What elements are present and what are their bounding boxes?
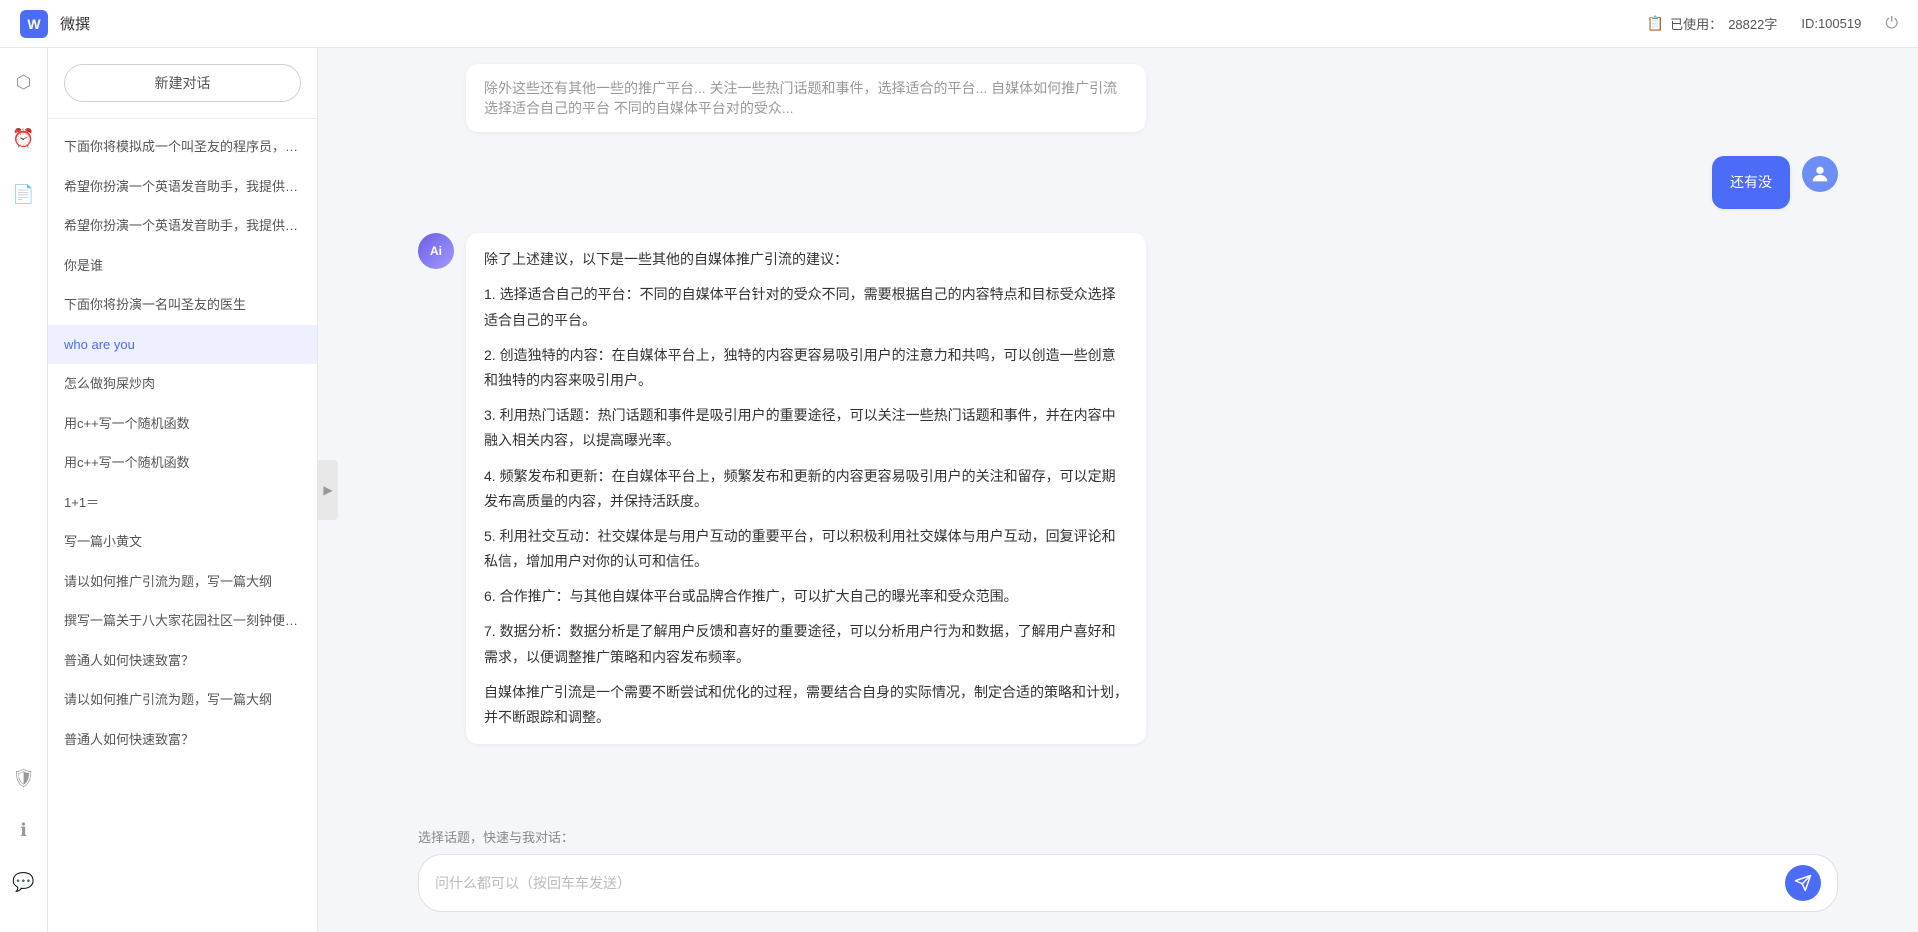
usage-icon: 📋: [1647, 15, 1664, 32]
user-avatar: [1802, 156, 1838, 192]
sidebar-toggle[interactable]: ▶: [318, 460, 338, 520]
truncated-message: 除外这些还有其他一些的推广平台... 关注一些热门话题和事件，选择适合的平台..…: [466, 64, 1146, 132]
conversation-list: 下面你将模拟成一个叫圣友的程序员，我说...希望你扮演一个英语发音助手，我提供给…: [48, 119, 317, 932]
ai-message-paragraph: 5. 利用社交互动：社交媒体是与用户互动的重要平台，可以积极利用社交媒体与用户互…: [484, 524, 1128, 574]
app-title: 微撰: [60, 13, 90, 34]
new-conversation-button[interactable]: 新建对话: [64, 64, 301, 102]
user-id: ID:100519: [1801, 16, 1861, 31]
sidebar-icon-home[interactable]: ⬡: [6, 64, 42, 100]
conversation-item-2[interactable]: 希望你扮演一个英语发音助手，我提供给你...: [48, 167, 317, 207]
conversation-item-11[interactable]: 写一篇小黄文: [48, 522, 317, 562]
conversation-item-16[interactable]: 普通人如何快速致富？: [48, 720, 317, 760]
conversation-item-4[interactable]: 你是谁: [48, 246, 317, 286]
input-wrapper: [418, 854, 1838, 912]
chat-area: 除外这些还有其他一些的推广平台... 关注一些热门话题和事件，选择适合的平台..…: [338, 48, 1918, 932]
conversation-item-10[interactable]: 1+1＝: [48, 483, 317, 523]
conversation-item-7[interactable]: 怎么做狗屎炒肉: [48, 364, 317, 404]
ai-message-paragraph: 7. 数据分析：数据分析是了解用户反馈和喜好的重要途径，可以分析用户行为和数据，…: [484, 619, 1128, 669]
ai-message-paragraph: 2. 创造独特的内容：在自媒体平台上，独特的内容更容易吸引用户的注意力和共鸣，可…: [484, 343, 1128, 393]
ai-message-paragraph: 自媒体推广引流是一个需要不断尝试和优化的过程，需要结合自身的实际情况，制定合适的…: [484, 680, 1128, 730]
conversation-item-12[interactable]: 请以如何推广引流为题，写一篇大纲: [48, 562, 317, 602]
usage-count: 28822字: [1728, 14, 1777, 33]
sidebar-icon-shield[interactable]: 🛡: [6, 760, 42, 796]
conversation-item-1[interactable]: 下面你将模拟成一个叫圣友的程序员，我说...: [48, 127, 317, 167]
chat-input[interactable]: [435, 875, 1775, 891]
sidebar-icon-document[interactable]: 📄: [6, 176, 42, 212]
icon-sidebar: ⬡ ⏰ 📄 🛡 ℹ 💬: [0, 48, 48, 932]
conversation-item-8[interactable]: 用c++写一个随机函数: [48, 404, 317, 444]
message-row-ai: Ai 除了上述建议，以下是一些其他的自媒体推广引流的建议： 1. 选择适合自己的平…: [418, 233, 1838, 744]
usage-info: 📋 已使用： 28822字: [1647, 14, 1778, 33]
conversation-item-15[interactable]: 请以如何推广引流为题，写一篇大纲: [48, 680, 317, 720]
message-row-user: 还有没: [418, 156, 1838, 209]
ai-message-paragraph: 3. 利用热门话题：热门话题和事件是吸引用户的重要途径，可以关注一些热门话题和事…: [484, 403, 1128, 453]
power-button[interactable]: ⏻: [1885, 15, 1898, 33]
conversation-item-3[interactable]: 希望你扮演一个英语发音助手，我提供给你...: [48, 206, 317, 246]
ai-message-paragraph: 4. 频繁发布和更新：在自媒体平台上，频繁发布和更新的内容更容易吸引用户的关注和…: [484, 464, 1128, 514]
header: W 微撰 📋 已使用： 28822字 ID:100519 ⏻: [0, 0, 1918, 48]
chat-input-area: 选择话题，快速与我对话：: [338, 815, 1918, 932]
user-message-bubble: 还有没: [1712, 156, 1790, 209]
ai-message-paragraph: 6. 合作推广：与其他自媒体平台或品牌合作推广，可以扩大自己的曝光率和受众范围。: [484, 584, 1128, 609]
send-button[interactable]: [1785, 865, 1821, 901]
conversation-item-9[interactable]: 用c++写一个随机函数: [48, 443, 317, 483]
sidebar-icon-info[interactable]: ℹ: [6, 812, 42, 848]
icon-sidebar-bottom: 🛡 ℹ 💬: [6, 760, 42, 916]
conv-sidebar-header: 新建对话: [48, 48, 317, 119]
ai-avatar: Ai: [418, 233, 454, 269]
conv-sidebar: 新建对话 下面你将模拟成一个叫圣友的程序员，我说...希望你扮演一个英语发音助手…: [48, 48, 318, 932]
conversation-item-5[interactable]: 下面你将扮演一名叫圣友的医生: [48, 285, 317, 325]
conversation-item-13[interactable]: 撰写一篇关于八大家花园社区一刻钟便民生...: [48, 601, 317, 641]
logo-icon: W: [20, 10, 48, 38]
quick-topics-label: 选择话题，快速与我对话：: [418, 827, 1838, 846]
conversation-item-14[interactable]: 普通人如何快速致富？: [48, 641, 317, 681]
conversation-item-6[interactable]: who are you: [48, 325, 317, 365]
ai-message-paragraph: 除了上述建议，以下是一些其他的自媒体推广引流的建议：: [484, 247, 1128, 272]
header-right: 📋 已使用： 28822字 ID:100519 ⏻: [1647, 14, 1898, 33]
ai-message-bubble: 除了上述建议，以下是一些其他的自媒体推广引流的建议： 1. 选择适合自己的平台：不…: [466, 233, 1146, 744]
sidebar-icon-clock[interactable]: ⏰: [6, 120, 42, 156]
chat-messages: 除外这些还有其他一些的推广平台... 关注一些热门话题和事件，选择适合的平台..…: [338, 48, 1918, 815]
main-layout: ⬡ ⏰ 📄 🛡 ℹ 💬 新建对话 下面你将模拟成一个叫圣友的程序员，我说...希…: [0, 48, 1918, 932]
usage-label: 已使用：: [1670, 14, 1722, 33]
ai-message-paragraph: 1. 选择适合自己的平台：不同的自媒体平台针对的受众不同，需要根据自己的内容特点…: [484, 282, 1128, 332]
header-left: W 微撰: [20, 10, 90, 38]
sidebar-icon-chat[interactable]: 💬: [6, 864, 42, 900]
